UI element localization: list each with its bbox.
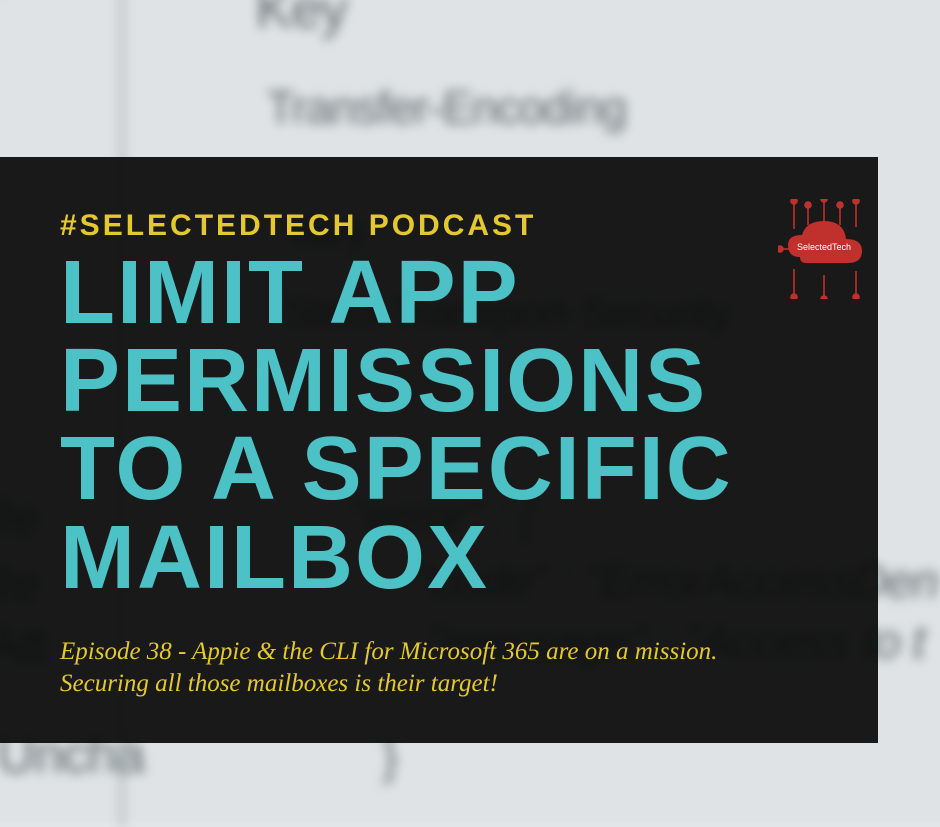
bg-word: Key bbox=[256, 0, 347, 41]
episode-title: LIMIT APP PERMISSIONS TO A SPECIFIC MAIL… bbox=[60, 249, 800, 602]
selectedtech-logo: SelectedTech bbox=[778, 199, 870, 299]
title-card: #SELECTEDTECH PODCAST LIMIT APP PERMISSI… bbox=[0, 157, 878, 743]
episode-subtitle: Episode 38 - Appie & the CLI for Microso… bbox=[60, 636, 780, 701]
bg-word: ess bbox=[0, 0, 4, 5]
logo-label: SelectedTech bbox=[797, 242, 851, 252]
bg-word: Transfer-Encoding bbox=[267, 82, 627, 135]
podcast-hashtag: #SELECTEDTECH PODCAST bbox=[60, 209, 818, 243]
